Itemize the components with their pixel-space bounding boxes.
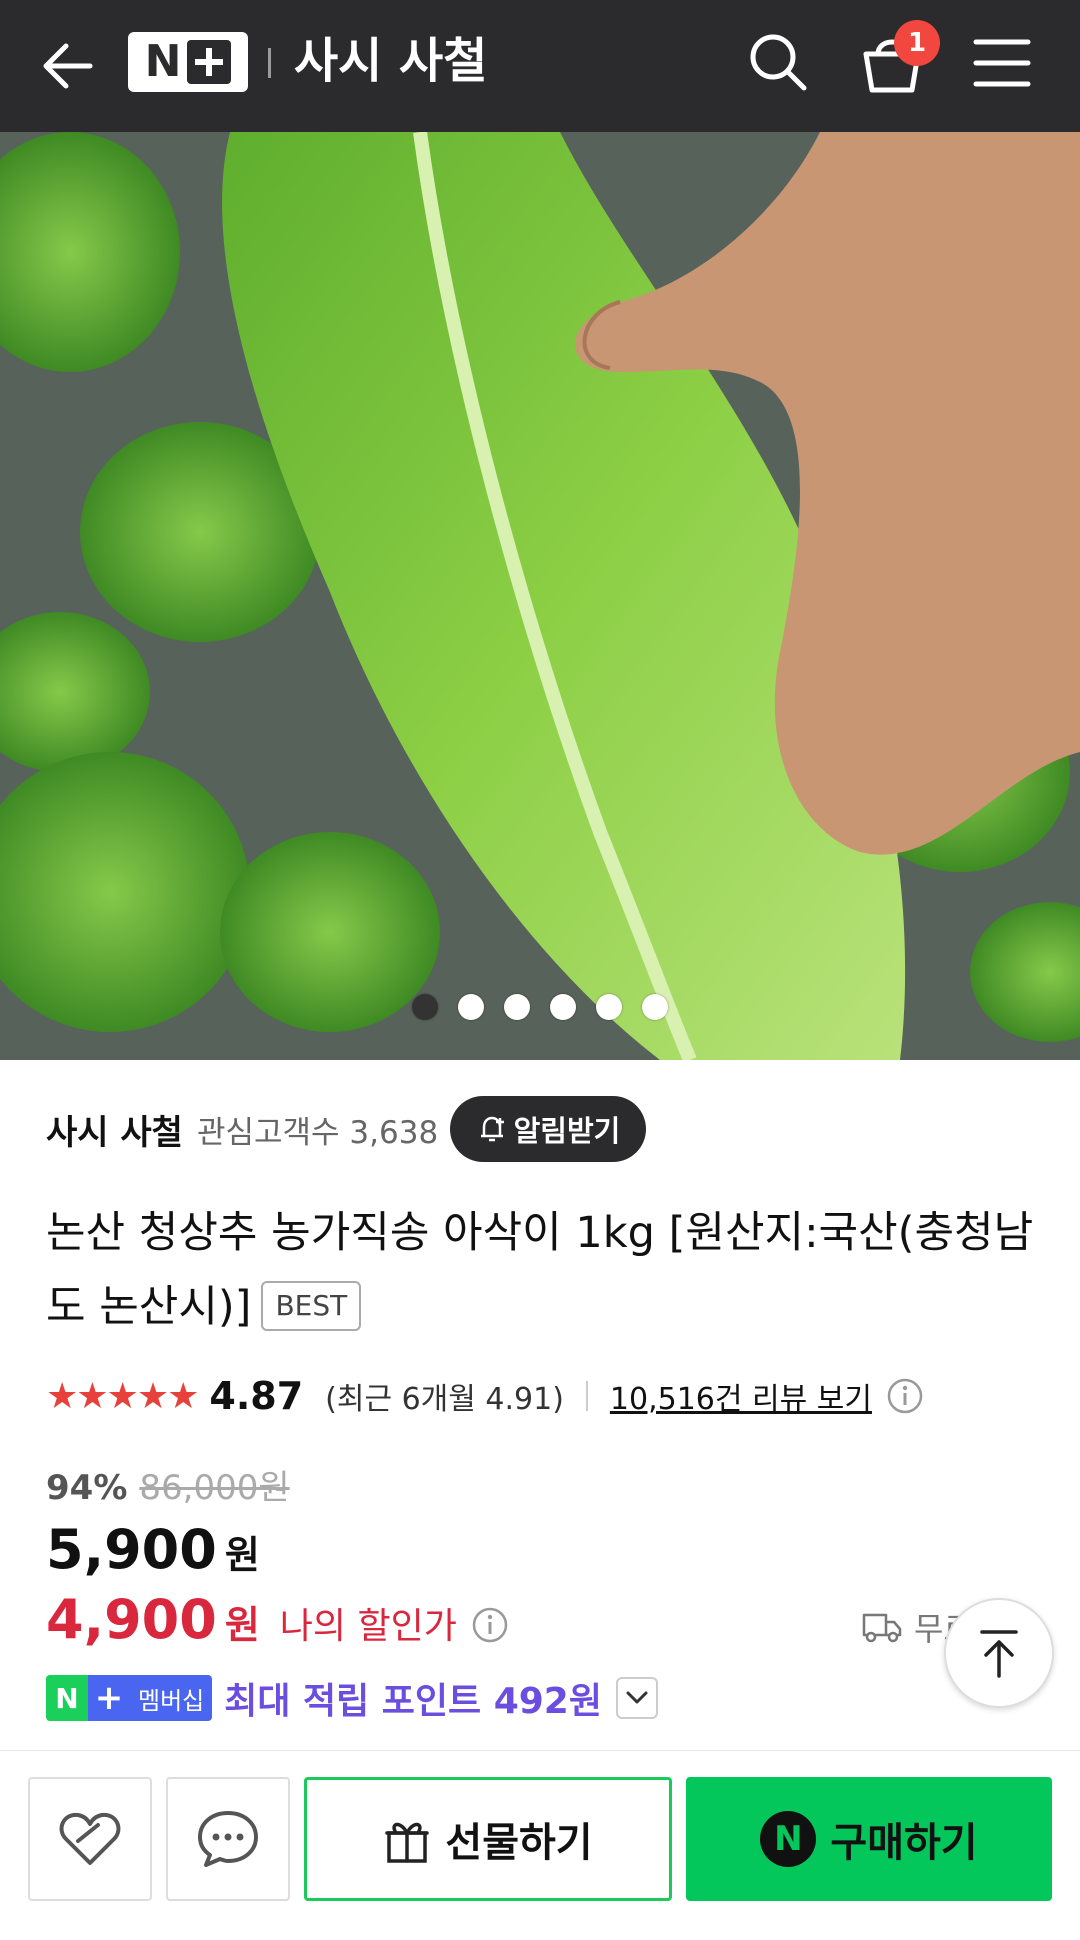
gallery-dot[interactable] [596, 994, 622, 1020]
gallery-dot[interactable] [642, 994, 668, 1020]
gift-icon [385, 1822, 430, 1863]
naver-plus-logo[interactable]: N [128, 32, 248, 92]
follower-count: 관심고객수 3,638 [196, 1114, 439, 1151]
buy-button[interactable]: N 구매하기 [686, 1777, 1052, 1901]
hamburger-menu-icon [973, 39, 1031, 87]
product-title-text: 논산 청상추 농가직송 아삭이 1kg [원산지:국산(충청남도 논산시)] [46, 1208, 1034, 1332]
sale-price-unit: 원 [224, 1533, 260, 1577]
chat-bubble-icon [198, 1811, 258, 1867]
naver-membership-badge: N + 멤버십 [46, 1675, 213, 1721]
alert-label: 알림받기 [513, 1114, 621, 1148]
product-image[interactable] [0, 132, 1080, 1060]
logo-divider [268, 48, 271, 78]
info-icon[interactable] [886, 1377, 924, 1415]
store-info: 사시 사철 관심고객수 3,638 [46, 1096, 438, 1162]
sale-price: 5,900 [46, 1518, 217, 1581]
membership-n: N [46, 1675, 88, 1721]
discount-row: 94% 86,000원 [46, 1460, 290, 1509]
menu-button[interactable] [972, 36, 1032, 90]
membership-points-row: N + 멤버십 최대 적립 포인트 492원 [46, 1672, 658, 1724]
cart-count-badge: 1 [894, 20, 940, 66]
buy-label: 구매하기 [830, 1820, 978, 1866]
rating-row: ★★★★★ 4.87 (최근 6개월 4.91) 10,516건 리뷰 보기 [46, 1370, 924, 1422]
info-icon[interactable] [471, 1606, 509, 1644]
logo-n: N [144, 36, 182, 87]
scroll-to-top-button[interactable] [944, 1598, 1054, 1708]
subscribe-alert-button[interactable]: 알림받기 [450, 1096, 646, 1162]
divider [585, 1381, 588, 1411]
membership-plus: + [88, 1675, 130, 1721]
chat-button[interactable] [166, 1777, 290, 1901]
gift-button[interactable]: 선물하기 [304, 1777, 672, 1901]
best-badge: BEST [261, 1280, 362, 1331]
my-discount-price: 4,900 [46, 1588, 217, 1651]
store-name[interactable]: 사시 사철 [46, 1105, 183, 1154]
recent-rating: (최근 6개월 4.91) [325, 1382, 564, 1417]
gift-label: 선물하기 [445, 1820, 593, 1866]
bell-plus-icon [480, 1116, 504, 1142]
gallery-dot[interactable] [550, 994, 576, 1020]
points-expand-button[interactable] [615, 1677, 658, 1719]
original-price: 86,000원 [139, 1468, 290, 1508]
top-header: N 사시 사철 1 [0, 0, 1080, 132]
my-price-unit: 원 [224, 1603, 260, 1647]
sale-price-row: 5,900 원 [46, 1518, 260, 1581]
search-icon [750, 34, 807, 91]
rating-value: 4.87 [209, 1374, 304, 1418]
lettuce-photo [0, 132, 1080, 1060]
rating-stars: ★★★★★ [46, 1375, 199, 1417]
discount-percent: 94% [46, 1468, 128, 1508]
search-button[interactable] [746, 30, 810, 94]
naver-n-icon: N [760, 1811, 817, 1867]
plus-icon [187, 40, 232, 84]
arrow-left-icon [43, 43, 93, 89]
membership-label: 멤버십 [130, 1675, 213, 1721]
arrow-up-icon [980, 1630, 1018, 1678]
truck-icon [862, 1613, 902, 1643]
gallery-dot[interactable] [412, 994, 438, 1020]
gallery-dot[interactable] [458, 994, 484, 1020]
max-points: 최대 적립 포인트 492원 [224, 1681, 602, 1722]
product-title: 논산 청상추 농가직송 아삭이 1kg [원산지:국산(충청남도 논산시)] BE… [46, 1196, 1036, 1344]
bottom-action-bar: 선물하기 N 구매하기 [0, 1750, 1080, 1940]
gallery-dot[interactable] [504, 994, 530, 1020]
my-price-row: 4,900 원 나의 할인가 [46, 1588, 509, 1651]
heart-icon [59, 1812, 121, 1865]
gallery-dots[interactable] [0, 994, 1080, 1020]
my-price-label: 나의 할인가 [279, 1606, 457, 1647]
back-button[interactable] [38, 36, 98, 96]
like-button[interactable] [28, 1777, 152, 1901]
reviews-link[interactable]: 10,516건 리뷰 보기 [610, 1374, 872, 1418]
store-title[interactable]: 사시 사철 [294, 30, 487, 92]
chevron-down-icon [626, 1691, 648, 1704]
